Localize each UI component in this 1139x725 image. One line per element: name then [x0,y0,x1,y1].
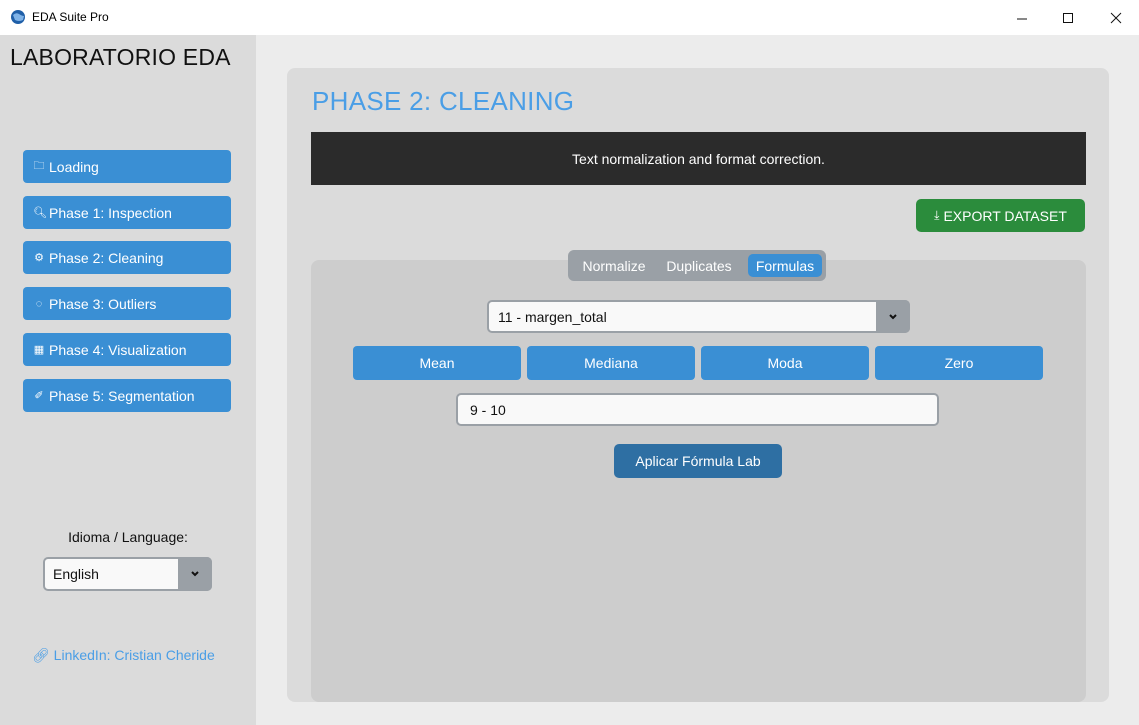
app-globe-icon [11,10,25,24]
sidebar-item-inspection[interactable]: 🔍︎ Phase 1: Inspection [23,196,231,229]
close-button[interactable] [1093,0,1139,35]
sidebar-item-cleaning[interactable]: ⚙ Phase 2: Cleaning [23,241,231,274]
language-label: Idioma / Language: [68,529,188,545]
outliers-icon: ◌ [35,297,43,310]
folder-icon: 🗀 [33,160,45,172]
description-text: Text normalization and format correction… [572,150,825,167]
magnifier-icon: 🔍︎ [33,207,47,219]
tab-formulas[interactable]: Formulas [748,254,822,277]
chevron-down-icon [191,571,199,577]
column-select-value: 11 - margen_total [498,309,607,325]
window-title: EDA Suite Pro [32,10,109,24]
apply-formula-button[interactable]: Aplicar Fórmula Lab [614,444,782,478]
linkedin-label: LinkedIn: Cristian Cheride [53,647,215,663]
title-bar: EDA Suite Pro [0,0,1139,35]
tab-normalize[interactable]: Normalize [574,254,654,277]
sidebar-item-label: Phase 5: Segmentation [49,387,195,404]
sidebar-item-loading[interactable]: 🗀 Loading [23,150,231,183]
gear-icon: ⚙ [34,252,44,264]
sidebar-item-outliers[interactable]: ◌ Phase 3: Outliers [23,287,231,320]
language-select-value: English [53,566,99,582]
page-title: PHASE 2: CLEANING [312,86,575,116]
mediana-button[interactable]: Mediana [527,346,695,380]
column-select[interactable]: 11 - margen_total [487,300,910,333]
export-dataset-button[interactable]: ⤓ EXPORT DATASET [916,199,1085,232]
linkedin-link[interactable]: 🔗︎ LinkedIn: Cristian Cheride [32,647,215,664]
close-icon [1110,12,1122,23]
sidebar-item-label: Phase 2: Cleaning [49,249,164,266]
minimize-button[interactable] [999,0,1045,35]
sidebar-item-label: Loading [49,158,99,175]
download-icon: ⤓ [934,208,940,222]
tab-bar: Normalize Duplicates Formulas [568,250,826,281]
brand-title: LABORATORIO EDA [10,44,231,70]
moda-button[interactable]: Moda [701,346,869,380]
minimize-icon [1017,18,1027,19]
segment-icon: ✐ [34,390,44,402]
maximize-icon [1063,12,1073,23]
zero-button[interactable]: Zero [875,346,1043,380]
link-icon: 🔗︎ [32,647,50,663]
sidebar-item-label: Phase 1: Inspection [49,204,172,221]
chevron-down-icon [889,313,897,319]
language-dropdown-button[interactable] [178,557,212,591]
column-dropdown-button[interactable] [876,300,910,333]
description-bar: Text normalization and format correction… [311,132,1086,185]
sidebar-item-segmentation[interactable]: ✐ Phase 5: Segmentation [23,379,231,412]
sidebar-item-label: Phase 4: Visualization [49,341,187,358]
sidebar-item-visualization[interactable]: ▦ Phase 4: Visualization [23,333,231,366]
mean-button[interactable]: Mean [353,346,521,380]
bar-chart-icon: ▦ [33,344,45,356]
export-label: EXPORT DATASET [943,207,1067,224]
maximize-button[interactable] [1045,0,1091,35]
formula-input[interactable] [456,393,939,426]
sidebar-item-label: Phase 3: Outliers [49,295,157,312]
language-select[interactable]: English [43,557,212,591]
tab-duplicates[interactable]: Duplicates [657,254,741,277]
